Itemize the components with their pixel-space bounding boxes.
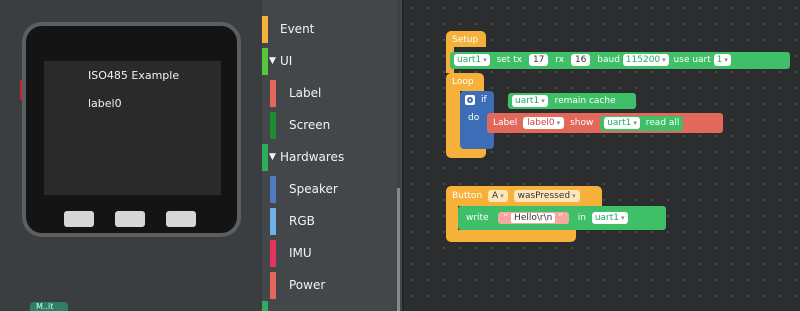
menu-item-hardwares[interactable]: ▼ Hardwares	[262, 141, 398, 173]
uart-setup-block[interactable]: uart1 ▾ set tx 17 rx 16 baud 115200 ▾ use …	[450, 52, 790, 69]
menu-item-label: Hardwares	[280, 150, 345, 164]
device-frame: ISO485 Example label0	[22, 22, 241, 237]
menu-item-label: Screen	[289, 118, 331, 132]
menu-item-power[interactable]: Power	[262, 269, 398, 301]
loop-block-spine	[446, 91, 460, 146]
rx-label: rx	[555, 55, 565, 65]
write-label: write	[466, 213, 489, 223]
expand-arrow-icon[interactable]: ▼	[269, 141, 276, 173]
loop-header-label: Loop	[452, 77, 474, 87]
screen-title-text[interactable]: ISO485 Example	[88, 69, 179, 82]
loop-block-header[interactable]: Loop	[446, 73, 484, 91]
baud-label: baud	[597, 55, 620, 65]
app-root: ISO485 Example label0 M..it Event ▼ UI L…	[0, 0, 800, 311]
category-color-bar	[270, 176, 276, 203]
menu-item-label: Power	[289, 278, 326, 292]
label-keyword: Label	[493, 118, 518, 128]
uart-var-dropdown[interactable]: uart1 ▾	[454, 54, 490, 66]
category-color-bar	[262, 16, 268, 43]
button-event-dropdown[interactable]: wasPressed ▾	[513, 190, 580, 202]
rx-pin-field[interactable]: 16	[570, 54, 591, 66]
button-label: Button	[452, 191, 483, 201]
expand-arrow-icon[interactable]: ▼	[269, 45, 276, 77]
menu-item-imu[interactable]: IMU	[262, 237, 398, 269]
button-id-dropdown[interactable]: A ▾	[488, 190, 508, 202]
menu-item-label-category[interactable]: Label	[262, 77, 398, 109]
device-button-c[interactable]	[166, 211, 196, 227]
menu-scrollbar-thumb[interactable]	[397, 188, 400, 311]
in-label: in	[577, 213, 586, 223]
menu-item-screen[interactable]: Screen	[262, 109, 398, 141]
device-preview-panel: ISO485 Example label0 M..it	[0, 0, 262, 311]
menu-item-speaker[interactable]: Speaker	[262, 173, 398, 205]
baud-dropdown[interactable]: 115200 ▾	[622, 54, 669, 66]
tx-pin-field[interactable]: 17	[528, 54, 549, 66]
button-block-footer	[446, 230, 576, 242]
bottom-tab-partial[interactable]: M..it	[30, 302, 68, 311]
category-color-bar	[262, 48, 268, 75]
block-category-menu: Event ▼ UI Label Screen ▼ Hardwares Spea…	[262, 0, 402, 311]
uart-remain-cache-block[interactable]: uart1 ▾ remain cache	[508, 93, 636, 109]
button-event-block[interactable]: Button A ▾ wasPressed ▾	[446, 186, 602, 206]
menu-item-ui[interactable]: ▼ UI	[262, 45, 398, 77]
device-button-b[interactable]	[115, 211, 145, 227]
uart-write-block[interactable]: write “ Hello\r\n ” in uart1 ▾	[458, 206, 666, 230]
menu-item-event[interactable]: Event	[262, 13, 398, 45]
menu-item-label: Speaker	[289, 182, 338, 196]
category-color-bar	[262, 144, 268, 171]
button-block-spine	[446, 206, 458, 230]
category-color-bar	[270, 208, 276, 235]
uart-num-dropdown[interactable]: 1 ▾	[713, 54, 731, 66]
menu-item-label: Label	[289, 86, 322, 100]
screen-label-text[interactable]: label0	[88, 97, 122, 110]
device-screen: ISO485 Example label0	[44, 61, 221, 195]
uart-var-dropdown[interactable]: uart1 ▾	[604, 117, 640, 129]
show-label: show	[570, 118, 594, 128]
menu-item-label: Event	[280, 22, 315, 36]
read-all-label: read all	[645, 118, 680, 128]
category-color-bar	[262, 301, 268, 311]
category-color-bar	[270, 80, 276, 107]
device-button-a[interactable]	[64, 211, 94, 227]
label-show-block[interactable]: Label label0 ▾ show uart1 ▾ read all	[487, 113, 723, 133]
setup-header-label: Setup	[452, 35, 479, 45]
category-color-bar	[270, 272, 276, 299]
label-var-dropdown[interactable]: label0 ▾	[523, 117, 565, 129]
setup-block-header[interactable]: Setup	[446, 31, 486, 47]
menu-item-rgb[interactable]: RGB	[262, 205, 398, 237]
set-tx-label: set tx	[496, 55, 523, 65]
menu-item-label: IMU	[289, 246, 312, 260]
if-label: if	[481, 95, 487, 105]
category-color-bar	[270, 112, 276, 139]
string-literal-field[interactable]: “ Hello\r\n ”	[497, 212, 569, 224]
remain-cache-label: remain cache	[554, 96, 616, 106]
use-uart-label: use uart	[673, 55, 711, 65]
category-color-bar	[270, 240, 276, 267]
if-mutator-gear-icon[interactable]	[465, 95, 475, 105]
uart-read-all-block[interactable]: uart1 ▾ read all	[600, 116, 684, 131]
uart-var-dropdown[interactable]: uart1 ▾	[591, 212, 628, 224]
menu-item-label: RGB	[289, 214, 315, 228]
uart-var-dropdown[interactable]: uart1 ▾	[512, 95, 548, 107]
menu-item-label: UI	[280, 54, 293, 68]
do-label: do	[468, 113, 480, 123]
